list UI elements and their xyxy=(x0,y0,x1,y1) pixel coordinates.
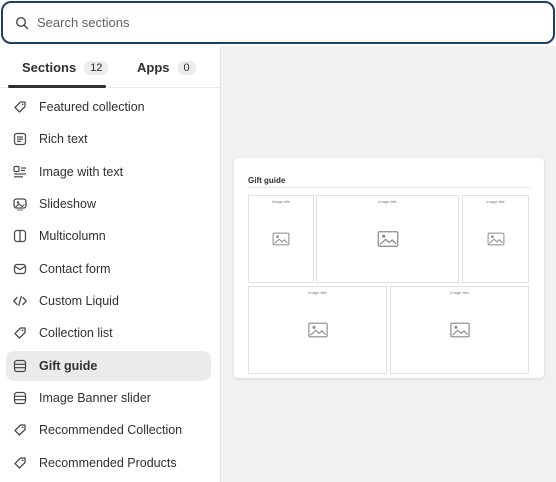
preview-image-cell: Image title xyxy=(248,286,387,374)
preview-image-cell: Image title xyxy=(248,195,314,283)
image-placeholder-icon xyxy=(449,322,470,338)
tab-apps[interactable]: Apps 0 xyxy=(137,60,196,75)
section-item-label: Slideshow xyxy=(39,197,96,212)
tag-icon xyxy=(12,99,28,115)
image-title-label: Image title xyxy=(450,290,469,295)
search-box[interactable] xyxy=(1,1,555,44)
image-title-label: Image title xyxy=(271,199,291,204)
envelope-icon xyxy=(12,261,28,277)
tab-apps-count: 0 xyxy=(177,60,196,75)
preview-image-cell: Image title xyxy=(462,195,529,283)
section-item-label: Featured collection xyxy=(39,100,145,114)
section-item-label: Gift guide xyxy=(39,358,98,373)
code-icon xyxy=(12,293,28,309)
tab-sections[interactable]: Sections 12 xyxy=(22,60,109,75)
preview-image-cell: Image title xyxy=(390,286,529,374)
preview-title: Gift guide xyxy=(248,176,286,185)
section-item-image-banner-slider[interactable]: Image Banner slider xyxy=(6,383,211,413)
search-icon xyxy=(15,16,29,30)
preview-title-divider xyxy=(248,187,530,188)
image-title-label: Image title xyxy=(378,199,397,204)
section-item-multicolumn[interactable]: Multicolumn xyxy=(6,221,211,251)
section-item-label: Image with text xyxy=(39,164,124,179)
section-item-label: Multicolumn xyxy=(39,229,106,244)
image-with-text-icon xyxy=(12,164,28,180)
section-item-label: Contact form xyxy=(39,261,111,276)
section-preview-card: Gift guide Image title Image title Image… xyxy=(234,158,544,378)
list-icon xyxy=(12,390,28,406)
image-placeholder-icon xyxy=(272,232,290,246)
active-tab-indicator xyxy=(8,85,106,88)
section-item-slideshow[interactable]: Slideshow xyxy=(6,189,211,219)
section-item-label: Recommended Collection xyxy=(39,423,183,438)
columns-icon xyxy=(12,228,28,244)
section-item-gift-guide[interactable]: Gift guide xyxy=(6,350,211,381)
slideshow-icon xyxy=(12,196,28,212)
image-placeholder-icon xyxy=(487,232,504,246)
section-item-collection-list[interactable]: Collection list xyxy=(6,318,211,348)
tag-icon xyxy=(12,455,28,471)
tag-icon xyxy=(12,325,28,341)
section-item-recommended-products[interactable]: Recommended Products xyxy=(6,448,211,478)
section-item-label: Rich text xyxy=(39,132,88,147)
tab-apps-label: Apps xyxy=(137,60,170,75)
tab-sections-count: 12 xyxy=(84,60,109,75)
section-list: Featured collection Rich text Image with… xyxy=(0,92,220,480)
image-placeholder-icon xyxy=(307,322,328,338)
list-icon xyxy=(12,358,28,374)
text-block-icon xyxy=(12,131,28,147)
preview-image-cell: Image title xyxy=(316,195,459,283)
search-bar-container xyxy=(0,0,556,46)
tab-sections-label: Sections xyxy=(22,60,77,75)
image-placeholder-icon xyxy=(377,231,398,247)
section-item-contact-form[interactable]: Contact form xyxy=(6,254,211,284)
image-title-label: Image title xyxy=(486,199,505,204)
section-item-rich-text[interactable]: Rich text xyxy=(6,124,211,154)
section-item-label: Collection list xyxy=(39,326,113,341)
section-item-custom-liquid[interactable]: Custom Liquid xyxy=(6,286,211,316)
tab-bar: Sections 12 Apps 0 xyxy=(0,46,220,88)
section-item-recommended-collection[interactable]: Recommended Collection xyxy=(6,415,211,445)
section-item-label: Custom Liquid xyxy=(39,294,119,309)
section-item-label: Recommended Products xyxy=(39,455,177,470)
section-item-featured-collection[interactable]: Featured collection xyxy=(6,92,211,122)
image-title-label: Image title xyxy=(308,290,327,295)
section-item-label: Image Banner slider xyxy=(39,391,151,406)
section-item-image-with-text[interactable]: Image with text xyxy=(6,157,211,187)
tag-icon xyxy=(12,422,28,438)
sections-sidebar: Sections 12 Apps 0 Featured collection R… xyxy=(0,46,221,482)
search-input[interactable] xyxy=(37,15,517,30)
